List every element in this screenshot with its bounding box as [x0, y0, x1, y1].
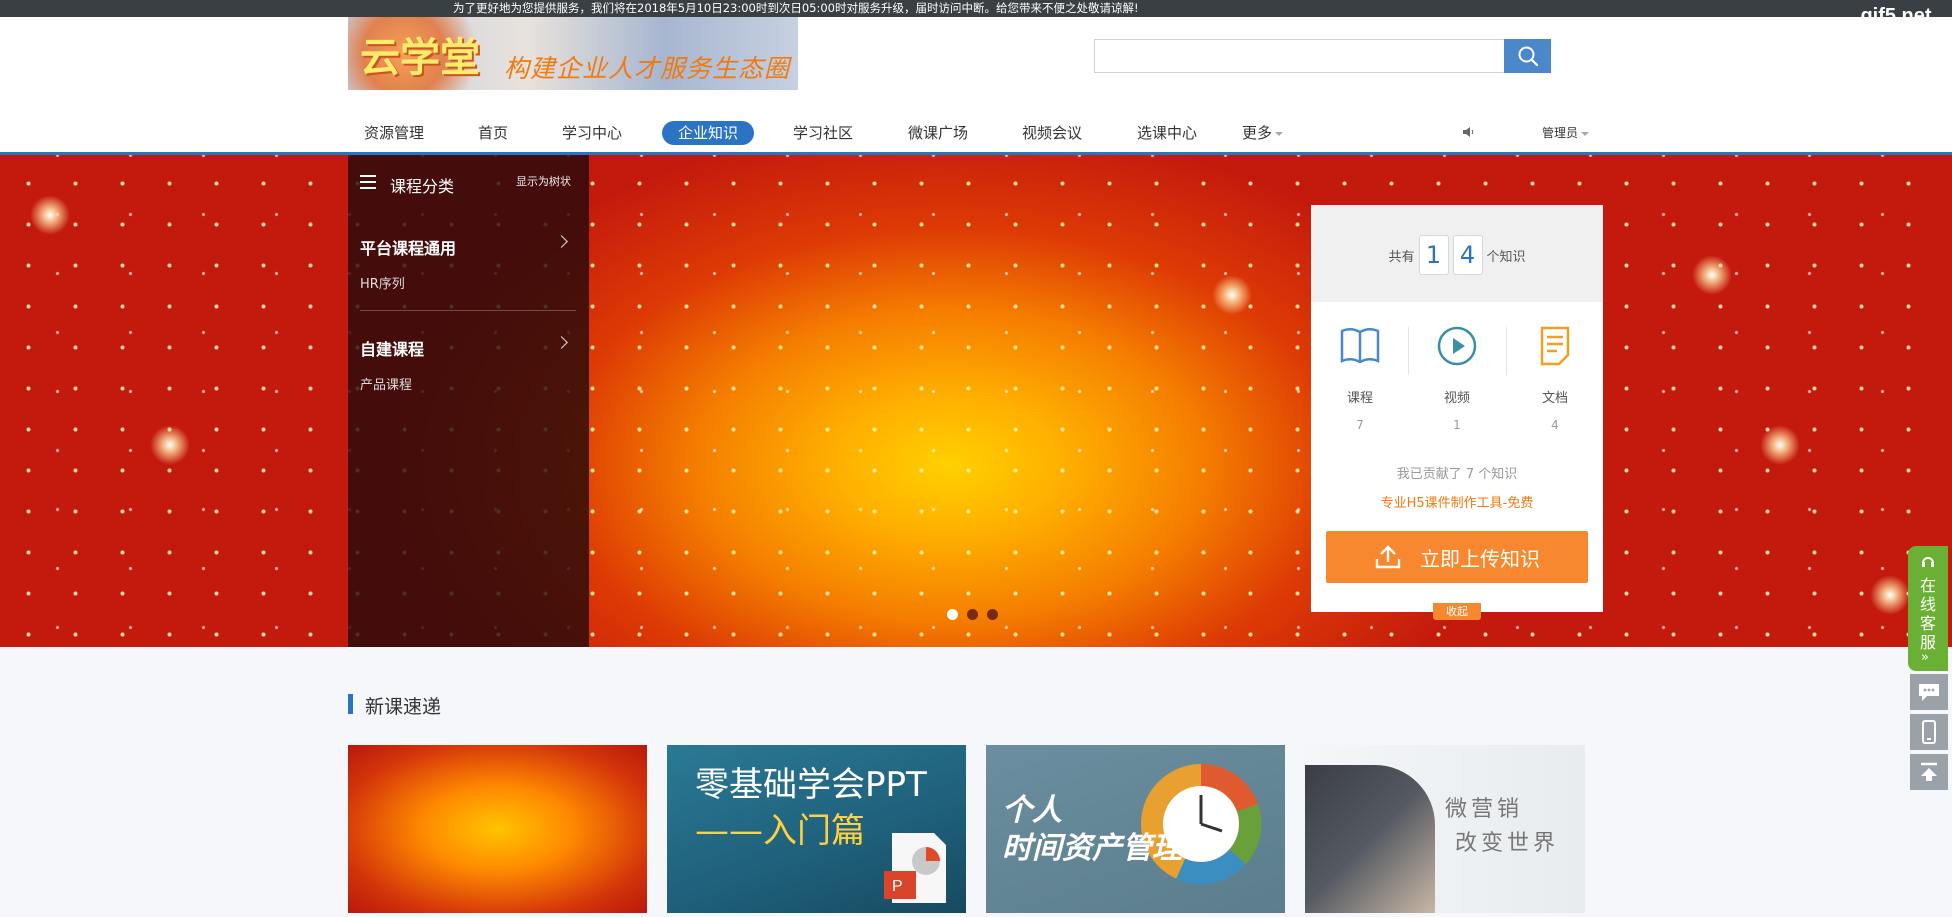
stat-videos[interactable]: 视频 1	[1408, 325, 1506, 432]
course-title-line: ——入门篇	[695, 811, 865, 851]
document-icon	[1540, 326, 1570, 366]
nav-item-enterprise-knowledge[interactable]: 企业知识	[662, 121, 755, 145]
mobile-button[interactable]	[1910, 714, 1948, 750]
speaker-icon[interactable]	[1462, 122, 1476, 146]
upload-icon	[1375, 545, 1401, 569]
category-group-title[interactable]: 平台课程通用	[360, 235, 580, 259]
chevron-down-icon	[1581, 131, 1590, 136]
stat-courses[interactable]: 课程 7	[1311, 325, 1409, 432]
course-card[interactable]	[348, 745, 647, 913]
banner-flare	[1692, 255, 1732, 295]
banner-flare	[1760, 425, 1800, 465]
nav-item-resource[interactable]: 资源管理	[364, 121, 424, 145]
service-label: 在线客服	[1919, 576, 1936, 652]
headset-icon	[1922, 557, 1934, 567]
nav-item-video-meeting[interactable]: 视频会议	[1022, 121, 1082, 145]
tree-view-toggle[interactable]: 显示为树状	[516, 173, 571, 189]
stat-label: 文档	[1541, 391, 1568, 406]
course-card[interactable]: 个人 时间资产管理	[986, 745, 1285, 913]
contribution-text: 我已贡献了 7 个知识	[1396, 467, 1518, 482]
chevron-down-icon	[1275, 131, 1284, 136]
category-subitem[interactable]: HR序列	[360, 273, 580, 292]
category-subitem[interactable]: 产品课程	[360, 374, 580, 393]
stat-label: 视频	[1443, 391, 1470, 406]
banner-flare	[30, 195, 70, 235]
nav-item-course-selection[interactable]: 选课中心	[1137, 121, 1197, 145]
stat-documents[interactable]: 文档 4	[1506, 325, 1604, 432]
count-digit: 1	[1418, 235, 1449, 275]
category-group-title[interactable]: 自建课程	[360, 336, 580, 360]
nav-item-community[interactable]: 学习社区	[793, 121, 853, 145]
stat-value: 7	[1356, 418, 1364, 432]
online-service-button[interactable]: 在线客服 »	[1908, 546, 1948, 671]
chat-icon	[1919, 684, 1939, 701]
course-title-line: 零基础学会PPT	[695, 765, 927, 805]
user-menu[interactable]: 管理员	[1542, 121, 1590, 145]
notice-text: 为了更好地为您提供服务，我们将在2018年5月10日23:00时到次日05:00…	[453, 1, 1139, 15]
stat-label: 课程	[1346, 391, 1373, 406]
course-title-line: 微营销	[1445, 797, 1524, 822]
nav-item-micro-course[interactable]: 微课广场	[908, 121, 968, 145]
nav-item-more[interactable]: 更多	[1242, 121, 1284, 145]
section-title: 新课速递	[365, 696, 442, 718]
nav-item-home[interactable]: 首页	[478, 121, 508, 145]
logo-name: 云学堂	[360, 35, 480, 81]
carousel-dot[interactable]	[947, 609, 958, 620]
upload-label: 立即上传知识	[1420, 546, 1540, 571]
carousel-dots	[947, 609, 998, 620]
course-category-panel: 课程分类 显示为树状 平台课程通用 HR序列 自建课程 产品课程	[348, 155, 589, 647]
main-nav: 资源管理 首页 学习中心 企业知识 学习社区 微课广场 视频会议 选课中心 更多…	[0, 121, 1952, 154]
category-group-platform[interactable]: 平台课程通用 HR序列	[360, 235, 580, 292]
svg-text:P: P	[892, 878, 903, 895]
back-to-top-button[interactable]	[1910, 754, 1948, 790]
nav-item-learning-center[interactable]: 学习中心	[562, 121, 622, 145]
search-icon	[1518, 46, 1538, 67]
course-title-line: 改变世界	[1455, 831, 1560, 856]
logo-slogan: 构建企业人才服务生态圈	[504, 54, 791, 83]
site-logo[interactable]: 云学堂 构建企业人才服务生态圈	[348, 17, 798, 90]
category-divider	[360, 310, 576, 311]
course-card[interactable]: 零基础学会PPT ——入门篇 P	[667, 745, 966, 913]
count-digit: 4	[1452, 235, 1483, 275]
user-name: 管理员	[1542, 126, 1579, 140]
category-title: 课程分类	[390, 177, 455, 196]
carousel-dot[interactable]	[967, 609, 978, 620]
notice-bar: 为了更好地为您提供服务，我们将在2018年5月10日23:00时到次日05:00…	[0, 0, 1952, 17]
course-title-line: 时间资产管理	[1002, 831, 1182, 866]
search-input[interactable]	[1094, 39, 1506, 73]
count-prefix: 共有	[1388, 249, 1415, 265]
presentation-icon: P	[884, 833, 946, 903]
stat-value: 4	[1551, 418, 1559, 432]
stat-value: 1	[1453, 418, 1461, 432]
play-icon	[1437, 326, 1477, 366]
carousel-dot[interactable]	[987, 609, 998, 620]
course-card[interactable]: 微营销 改变世界	[1305, 745, 1585, 913]
section-accent	[348, 694, 353, 714]
banner-flare	[1870, 575, 1910, 615]
category-group-custom[interactable]: 自建课程 产品课程	[360, 336, 580, 393]
banner-flare	[150, 425, 190, 465]
banner-carousel[interactable]	[0, 155, 1952, 647]
back-to-top-icon	[1921, 762, 1937, 781]
mobile-icon	[1922, 720, 1936, 744]
upload-knowledge-button[interactable]: 立即上传知识	[1326, 531, 1588, 583]
knowledge-count: 共有 1 4 个知识	[1311, 235, 1603, 275]
menu-icon	[360, 175, 376, 189]
book-icon	[1340, 328, 1380, 364]
banner-flare	[1212, 275, 1252, 315]
collapse-button[interactable]: 收起	[1433, 603, 1481, 620]
h5-tool-link[interactable]: 专业H5课件制作工具-免费	[1311, 492, 1603, 511]
search-button[interactable]	[1504, 39, 1551, 73]
count-suffix: 个知识	[1486, 249, 1526, 265]
nav-more-label: 更多	[1242, 124, 1273, 142]
knowledge-stats-card: 共有 1 4 个知识 课程 7 视频 1 文档 4 我已贡献了 7 个知识 专业…	[1311, 205, 1604, 620]
course-image	[1305, 765, 1435, 913]
chevron-right-icon: »	[1921, 650, 1929, 665]
chat-button[interactable]	[1910, 674, 1948, 710]
stats-summary: 共有 1 4 个知识	[1311, 205, 1603, 302]
